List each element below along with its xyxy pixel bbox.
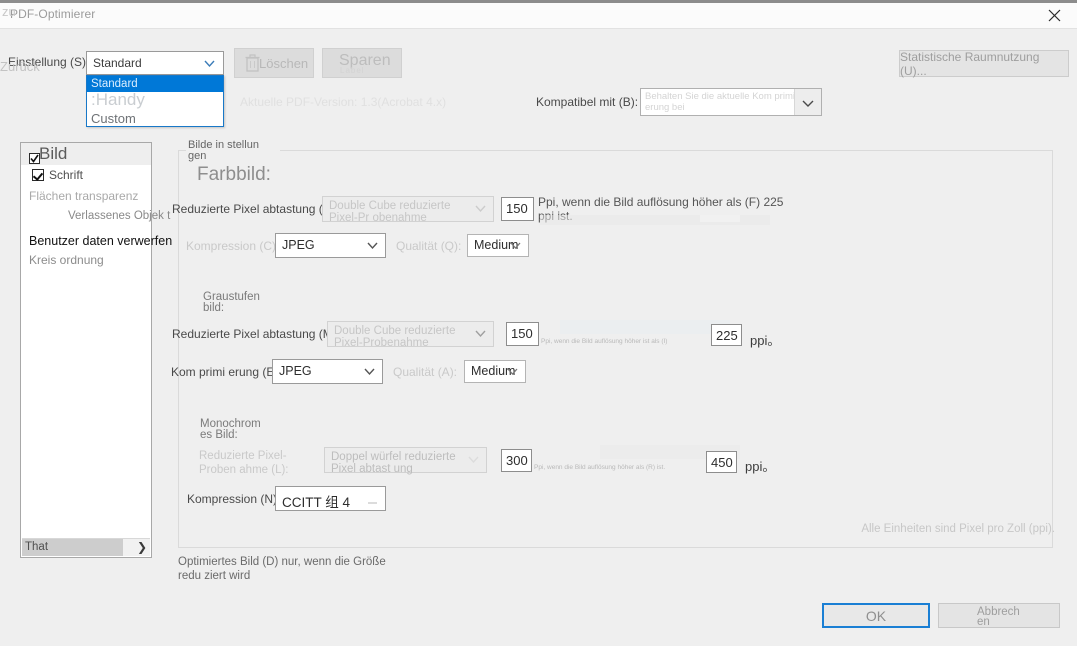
save-button[interactable]: Sparen Label	[322, 48, 402, 78]
mono-ppi-input[interactable]: 300	[501, 449, 532, 472]
ok-button[interactable]: OK	[822, 603, 930, 628]
mono-compression-value: CCITT 组 4	[282, 495, 351, 510]
gray-quality-label: Qualität (A):	[393, 365, 458, 379]
gray-ppi-input[interactable]: 150	[506, 322, 539, 346]
compatibility-select[interactable]: Behalten Sie die aktuelle Kom primi erun…	[640, 88, 822, 116]
setting-option-custom[interactable]: Custom	[87, 110, 223, 128]
ok-button-label: OK	[865, 607, 887, 624]
gray-threshold-input[interactable]: 225	[711, 324, 742, 346]
chevron-down-icon	[506, 365, 519, 378]
mono-compression-label: Kompression (N):	[187, 492, 281, 506]
gray-quality-select[interactable]: Medium	[464, 360, 526, 383]
mono-downsample-select[interactable]: Doppel würfel reduzierte Pixel abtast un…	[324, 447, 487, 475]
optimize-note: Optimiertes Bild (D) nur, wenn die Größe…	[178, 556, 386, 582]
setting-select-value: Standard	[93, 56, 142, 70]
chevron-down-icon	[203, 57, 216, 70]
sidebar-item-bild[interactable]: Bild	[21, 143, 151, 165]
sidebar-item-kreis-ordnung[interactable]: Kreis ordnung	[21, 251, 151, 270]
mono-image-section-title: Monochrom es Bild:	[200, 418, 261, 441]
mono-ppi-note: Ppi, wenn die Bild auflösung höher als (…	[534, 464, 666, 471]
title-bar: PDF-Optimierer	[0, 0, 1077, 29]
setting-select[interactable]: Standard	[86, 51, 224, 75]
statistics-button-label: Statistische Raumnutzung (U)...	[900, 49, 1040, 78]
chevron-down-icon	[474, 202, 487, 215]
mono-downsample-label: Reduzierte Pixel-Proben ahme (L):	[199, 450, 289, 476]
sidebar-ghost-top: zu	[2, 4, 16, 19]
sidebar-ghost-mid: Zurück	[0, 59, 40, 74]
sidebar-item-label: Schrift	[49, 168, 84, 182]
setting-dropdown-list[interactable]: Standard :Handy Custom	[86, 75, 224, 127]
settings-sidebar[interactable]: Bild Schrift Flächen transparenz Verlass…	[20, 142, 172, 558]
image-settings-group-title: Bilde in stellun gen	[186, 140, 280, 162]
save-button-sublabel: Label	[340, 66, 365, 75]
pdf-version-text: Aktuelle PDF-Version: 1.3(Acrobat 4.x)	[240, 95, 447, 109]
compat-label: Kompatibel mit (B):	[536, 95, 639, 109]
chevron-down-icon	[474, 327, 487, 340]
gray-downsample-value: Double Cube reduzierte Pixel-Probenahme	[334, 325, 456, 349]
mono-threshold-input[interactable]: 450	[706, 451, 737, 473]
sidebar-item-verlassenes-objekt[interactable]: Verlassenes Objek t	[21, 207, 170, 232]
sidebar-item-label: Flächen transparenz	[29, 189, 139, 203]
delete-button-label: Löschen	[259, 56, 309, 71]
sidebar-horizontal-scrollbar[interactable]: That ❯	[22, 538, 150, 556]
noise-smudge	[700, 215, 740, 222]
color-compression-select[interactable]: JPEG	[275, 233, 386, 258]
units-note: Alle Einheiten sind Pixel pro Zoll (ppi)…	[861, 523, 1055, 535]
color-quality-label: Qualität (Q):	[396, 239, 462, 253]
chevron-right-icon[interactable]: ❯	[137, 540, 147, 554]
sidebar-item-label: Kreis ordnung	[29, 253, 104, 267]
gray-threshold-unit: ppi。	[750, 333, 781, 348]
chevron-down-icon	[509, 239, 522, 252]
mono-downsample-value: Doppel würfel reduzierte Pixel abtast un…	[331, 451, 456, 475]
color-downsample-value: Double Cube reduzierte Pixel-Pr obenahme	[329, 200, 451, 224]
title-bar-accent	[0, 0, 1077, 3]
gray-compression-select[interactable]: JPEG	[272, 359, 383, 384]
compatibility-select-value: Behalten Sie die aktuelle Kom primi erun…	[645, 91, 795, 113]
sidebar-item-label: Verlassenes Objek t	[68, 210, 171, 222]
cancel-button[interactable]: Abbrech en	[938, 603, 1060, 628]
gray-compression-value: JPEG	[279, 364, 312, 378]
color-downsample-select[interactable]: Double Cube reduzierte Pixel-Pr obenahme	[322, 196, 494, 224]
checkbox-icon[interactable]	[29, 148, 40, 164]
window-title: PDF-Optimierer	[10, 7, 96, 21]
close-glyph	[1048, 9, 1060, 22]
chevron-down-icon	[363, 365, 376, 378]
noise-smudge	[560, 320, 730, 334]
gray-ppi-note: Ppi, wenn die Bild auflösung höher ist a…	[541, 338, 668, 345]
setting-option-handy[interactable]: :Handy	[87, 91, 223, 109]
gray-downsample-select[interactable]: Double Cube reduzierte Pixel-Probenahme	[327, 321, 494, 349]
color-downsample-label: Reduzierte Pixel abtastung (P):	[172, 202, 339, 216]
statistics-button[interactable]: Statistische Raumnutzung (U)...	[899, 49, 1069, 78]
chevron-down-icon	[801, 96, 815, 110]
gray-compression-label: Kom primi erung (E):	[171, 365, 282, 379]
chevron-down-icon	[366, 239, 379, 252]
mono-compression-select[interactable]: CCITT 组 4	[275, 486, 386, 511]
sidebar-item-benutzerdaten-verwerfen[interactable]: Benutzer daten verwerfen	[21, 232, 172, 251]
color-quality-select[interactable]: Medium	[467, 234, 529, 257]
delete-button[interactable]: Löschen	[234, 48, 314, 78]
chevron-down-icon	[467, 453, 480, 466]
gray-image-section-title: Graustufen bild:	[203, 291, 260, 314]
cancel-button-label-line2: en	[977, 616, 990, 628]
chevron-down-icon	[366, 495, 379, 508]
mono-threshold-unit: ppi。	[745, 459, 776, 474]
checkbox-icon[interactable]	[32, 169, 44, 181]
sidebar-item-schrift[interactable]: Schrift	[21, 165, 151, 185]
sidebar-item-flaechen-transparenz[interactable]: Flächen transparenz	[21, 185, 151, 207]
color-ppi-input[interactable]: 150	[501, 197, 534, 221]
color-compression-value: JPEG	[282, 238, 315, 252]
color-image-section-title: Farbbild:	[197, 164, 271, 185]
close-icon[interactable]	[1031, 3, 1077, 28]
sidebar-item-label: Bild	[39, 144, 68, 163]
color-compression-label: Kompression (C):	[186, 239, 280, 253]
gray-downsample-label: Reduzierte Pixel abtastung (M):	[172, 327, 341, 341]
scrollbar-label: That	[25, 541, 49, 553]
sidebar-item-label: Benutzer daten verwerfen	[29, 234, 173, 248]
